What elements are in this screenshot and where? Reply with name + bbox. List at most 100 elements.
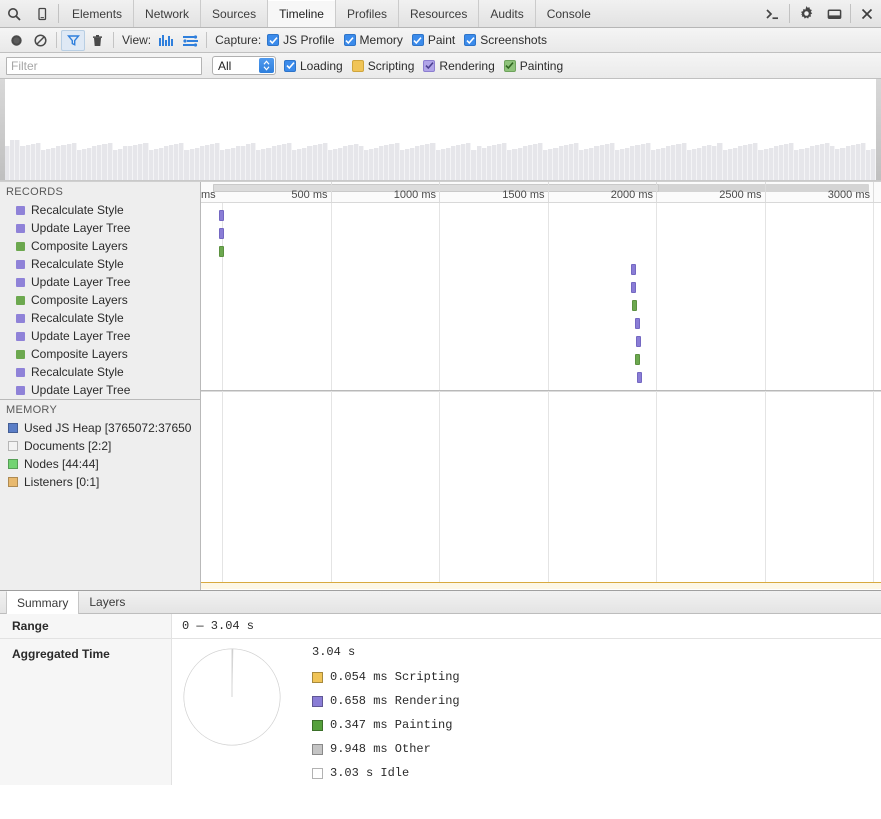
timeline-event-bar[interactable] (219, 210, 224, 221)
record-row[interactable]: Update Layer Tree (0, 327, 200, 345)
console-drawer-icon[interactable] (759, 0, 787, 27)
record-category-swatch (16, 349, 25, 359)
gear-icon[interactable] (792, 0, 820, 27)
checkbox-box (411, 34, 424, 46)
check-icon (285, 62, 295, 70)
capture-label: Capture: (215, 33, 262, 47)
memory-counter-row[interactable]: Listeners [0:1] (0, 473, 200, 491)
check-icon (269, 36, 278, 44)
drawer-tab-label: Layers (89, 595, 126, 609)
category-filter-painting[interactable]: Painting (503, 59, 563, 73)
category-filter-rendering[interactable]: Rendering (423, 59, 495, 73)
fps-bar-strip (5, 140, 877, 180)
timeline-event-bar[interactable] (635, 318, 640, 329)
inspect-element-icon[interactable] (0, 0, 28, 27)
record-category-swatch (16, 367, 25, 377)
tab-console[interactable]: Console (536, 0, 602, 27)
checkbox-label: JS Profile (283, 33, 335, 47)
tab-resources[interactable]: Resources (399, 0, 480, 27)
tab-summary[interactable]: Summary (6, 591, 80, 614)
memory-header: MEMORY (0, 400, 200, 419)
tab-timeline[interactable]: Timeline (268, 0, 336, 27)
duration-filter-select[interactable]: All (212, 56, 276, 75)
tab-audits[interactable]: Audits (479, 0, 536, 27)
pie-legend: 3.04 s 0.054 ms Scripting 0.658 ms Render… (302, 643, 460, 785)
memory-counter-row[interactable]: Nodes [44:44] (0, 455, 200, 473)
bar-chart-view-icon[interactable] (154, 30, 178, 51)
record-row[interactable]: Composite Layers (0, 237, 200, 255)
timeline-event-bar[interactable] (637, 372, 642, 383)
check-icon (425, 62, 434, 70)
record-row[interactable]: Recalculate Style (0, 201, 200, 219)
tab-sources[interactable]: Sources (201, 0, 269, 27)
tab-profiles[interactable]: Profiles (336, 0, 399, 27)
close-icon[interactable] (853, 0, 881, 27)
timeline-event-bar[interactable] (632, 300, 637, 311)
timeline-event-bar[interactable] (219, 246, 224, 257)
memory-counter-row[interactable]: Documents [2:2] (0, 437, 200, 455)
legend-swatch (312, 719, 323, 731)
grid-line (873, 203, 874, 390)
listeners-baseline (201, 582, 881, 583)
capture-paint-checkbox[interactable]: Paint (411, 33, 455, 47)
record-row[interactable]: Composite Layers (0, 291, 200, 309)
capture-screenshots-checkbox[interactable]: Screenshots (464, 33, 547, 47)
grid-line (330, 391, 332, 589)
tabbar-actions (759, 0, 881, 27)
checkbox-box (284, 59, 296, 72)
clear-icon[interactable] (28, 30, 52, 51)
record-label: Recalculate Style (31, 257, 124, 271)
tab-layers[interactable]: Layers (79, 591, 135, 613)
toolbar-divider-2 (113, 32, 114, 48)
record-row[interactable]: Recalculate Style (0, 309, 200, 327)
record-label: Composite Layers (31, 239, 128, 253)
record-row[interactable]: Update Layer Tree (0, 381, 200, 399)
memory-counter-row[interactable]: Used JS Heap [3765072:37650 (0, 419, 200, 437)
record-row[interactable]: Update Layer Tree (0, 273, 200, 291)
record-row[interactable]: Recalculate Style (0, 363, 200, 381)
flame-chart-view-icon[interactable] (178, 30, 202, 51)
tab-elements[interactable]: Elements (61, 0, 135, 27)
ruler-tick: 1000 ms (393, 189, 436, 201)
grid-line-origin (222, 391, 223, 589)
legend-label: 0.658 ms Rendering (330, 694, 460, 708)
record-category-swatch (16, 313, 25, 323)
overview-bottom-rule (0, 180, 881, 181)
category-filter-scripting[interactable]: Scripting (351, 59, 414, 73)
record-row[interactable]: Update Layer Tree (0, 219, 200, 237)
timeline-event-bar[interactable] (635, 354, 640, 365)
timeline-ruler[interactable]: ms 500 ms 1000 ms 1500 ms 2000 ms 2500 ms 300… (201, 182, 881, 203)
filter-funnel-icon[interactable] (61, 29, 85, 51)
overview-window-left-handle[interactable] (0, 79, 5, 181)
timeline-event-bar[interactable] (631, 264, 636, 275)
timeline-event-bar[interactable] (631, 282, 636, 293)
record-row[interactable]: Composite Layers (0, 345, 200, 363)
capture-memory-checkbox[interactable]: Memory (343, 33, 403, 47)
ruler-tick: 3000 ms (827, 189, 870, 201)
legend-label: 3.03 s Idle (330, 766, 410, 780)
category-filter-loading[interactable]: Loading (284, 59, 343, 73)
timeline-event-bar[interactable] (636, 336, 641, 347)
record-row[interactable]: Recalculate Style (0, 255, 200, 273)
overview-window-right-handle[interactable] (876, 79, 881, 181)
grid-line (656, 391, 657, 589)
dock-position-icon[interactable] (820, 0, 848, 27)
device-mode-icon[interactable] (28, 0, 56, 27)
timeline-overview-pane[interactable]: 30 fps 60 fps (0, 79, 881, 182)
legend-label: 0.054 ms Scripting (330, 670, 460, 684)
capture-js-profile-checkbox[interactable]: JS Profile (267, 33, 335, 47)
trash-icon[interactable] (85, 30, 109, 51)
timeline-toolbar: View: Capture: JS Profile Memory Paint S… (0, 28, 881, 53)
filter-input[interactable] (6, 56, 202, 75)
record-icon[interactable] (4, 30, 28, 51)
record-category-swatch (16, 205, 25, 215)
pie-svg (183, 648, 281, 746)
memory-graph-topline (201, 391, 881, 392)
timeline-records-graph[interactable] (201, 203, 881, 391)
checkbox-label: Screenshots (480, 33, 547, 47)
tab-network[interactable]: Network (134, 0, 202, 27)
timeline-memory-graph[interactable] (201, 391, 881, 589)
timeline-event-bar[interactable] (219, 228, 224, 239)
checkbox-box (351, 59, 364, 72)
memory-counter-label: Listeners [0:1] (24, 475, 100, 489)
